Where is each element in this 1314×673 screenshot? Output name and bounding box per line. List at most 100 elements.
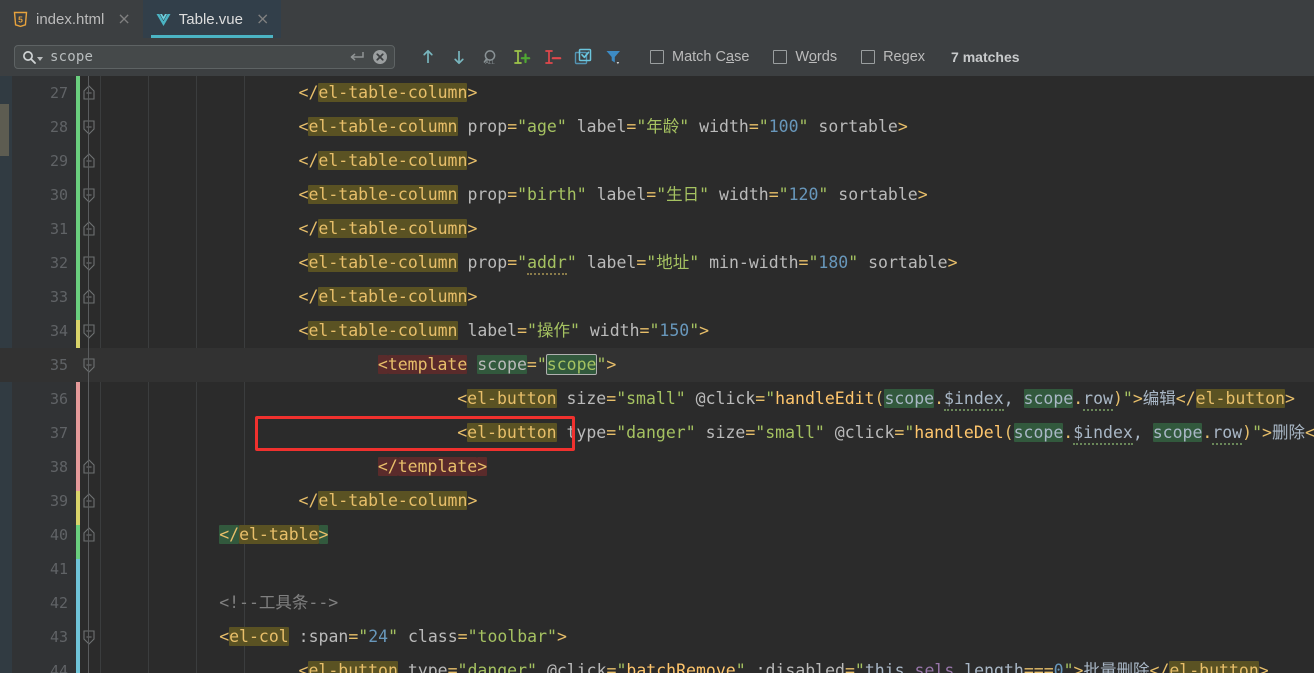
line-number: 37 [49,424,68,442]
checkbox-box[interactable] [773,50,788,64]
filter-icon[interactable] [603,46,625,68]
code-line-text[interactable]: <el-table-column prop="addr" label="地址" … [259,246,958,280]
fold-rail [88,586,89,620]
code-line-text[interactable]: </el-table-column> [259,144,477,178]
fold-end-icon[interactable] [82,144,96,178]
code-line-text[interactable]: </el-table-column> [259,280,477,314]
code-line[interactable]: 43 <el-col :span="24" class="toolbar"> [0,620,1314,654]
code-line-text[interactable]: <el-table-column prop="birth" label="生日"… [259,178,928,212]
find-toolbar: scope ALL Match Case Words Regex 7 match… [0,38,1314,76]
add-selection-next-icon[interactable] [510,46,532,68]
enter-return-icon[interactable] [348,50,365,64]
svg-text:ALL: ALL [485,60,495,66]
fold-rail [88,212,89,246]
line-number: 41 [49,560,68,578]
html5-icon: 5 [12,11,29,28]
close-icon[interactable]: × [254,11,271,27]
code-line[interactable]: 40 </el-table> [0,518,1314,552]
search-input[interactable]: scope [14,45,395,69]
code-line-text[interactable]: <template scope="scope"> [298,348,616,382]
code-line-text[interactable]: <el-button type="danger" @click="batchRe… [259,654,1269,673]
fold-expanded-icon[interactable] [82,110,96,144]
code-line-text[interactable]: <el-table-column label="操作" width="150"> [259,314,709,348]
fold-rail [88,280,89,314]
words-label: Words [795,49,838,65]
fold-end-icon[interactable] [82,280,96,314]
code-line-text[interactable]: </el-table> [219,518,329,552]
fold-expanded-icon[interactable] [82,620,96,654]
fold-rail [88,246,89,280]
code-line[interactable]: 30 <el-table-column prop="birth" label="… [0,178,1314,212]
code-line[interactable]: 36 <el-button size="small" @click="handl… [0,382,1314,416]
fold-rail [88,416,89,450]
line-number: 36 [49,390,68,408]
fold-end-icon[interactable] [82,450,96,484]
line-number: 38 [49,458,68,476]
match-count-label: 7 matches [951,49,1020,65]
tab-label: index.html [36,10,105,28]
code-line[interactable]: 44 <el-button type="danger" @click="batc… [0,654,1314,673]
line-number: 43 [49,628,68,646]
code-line[interactable]: 33 </el-table-column> [0,280,1314,314]
code-line-text[interactable]: </el-table-column> [259,212,477,246]
fold-rail [88,654,89,673]
code-line[interactable]: 35 <template scope="scope"> [0,348,1314,382]
fold-end-icon[interactable] [82,518,96,552]
editor-tab-bar: 5 index.html × Table.vue × [0,0,1314,38]
clear-circle-icon[interactable] [372,49,388,65]
fold-expanded-icon[interactable] [82,246,96,280]
remove-selection-icon[interactable] [541,46,563,68]
match-case-checkbox[interactable]: Match Case [650,49,749,65]
fold-expanded-icon[interactable] [82,314,96,348]
select-all-icon[interactable] [572,46,594,68]
regex-checkbox[interactable]: Regex [861,49,925,65]
code-line-text[interactable]: <el-table-column prop="age" label="年龄" w… [259,110,908,144]
code-line[interactable]: 32 <el-table-column prop="addr" label="地… [0,246,1314,280]
tab-index-html[interactable]: 5 index.html × [0,0,143,38]
code-line-text[interactable]: <el-button type="danger" size="small" @c… [338,416,1314,450]
fold-rail [88,178,89,212]
code-line[interactable]: 28 <el-table-column prop="age" label="年龄… [0,110,1314,144]
code-line-text[interactable]: </template> [298,450,488,484]
line-number: 44 [49,662,68,673]
fold-rail [88,552,89,586]
words-checkbox[interactable]: Words [773,49,837,65]
line-number: 29 [49,152,68,170]
fold-rail [88,450,89,484]
chevron-down-icon[interactable] [37,56,43,61]
code-line[interactable]: 34 <el-table-column label="操作" width="15… [0,314,1314,348]
code-line[interactable]: 27 </el-table-column> [0,76,1314,110]
code-line-text[interactable]: </el-table-column> [259,76,477,110]
checkbox-box[interactable] [861,50,876,64]
code-editor[interactable]: 27 </el-table-column> 28 <el-table-column… [0,76,1314,673]
vue-icon [155,11,172,28]
svg-text:5: 5 [18,14,23,24]
code-line[interactable]: 42 <!--工具条--> [0,586,1314,620]
code-line-text[interactable]: </el-table-column> [259,484,477,518]
code-line-text[interactable]: <el-col :span="24" class="toolbar"> [219,620,567,654]
code-line-text[interactable]: <!--工具条--> [219,586,338,620]
line-number: 28 [49,118,68,136]
close-icon[interactable]: × [115,11,132,27]
search-input-value[interactable]: scope [50,49,348,65]
code-line[interactable]: 31 </el-table-column> [0,212,1314,246]
fold-end-icon[interactable] [82,484,96,518]
select-all-occurrences-icon[interactable]: ALL [479,46,501,68]
find-previous-icon[interactable] [417,46,439,68]
fold-rail [88,76,89,110]
tab-label: Table.vue [178,10,243,28]
code-line[interactable]: 29 </el-table-column> [0,144,1314,178]
fold-expanded-icon[interactable] [82,178,96,212]
code-line[interactable]: 39 </el-table-column> [0,484,1314,518]
fold-expanded-icon[interactable] [82,348,96,382]
line-number: 31 [49,220,68,238]
fold-end-icon[interactable] [82,76,96,110]
fold-end-icon[interactable] [82,212,96,246]
code-line[interactable]: 37 <el-button type="danger" size="small"… [0,416,1314,450]
checkbox-box[interactable] [650,50,664,64]
code-line[interactable]: 41 [0,552,1314,586]
code-line[interactable]: 38 </template> [0,450,1314,484]
code-line-text[interactable]: <el-button size="small" @click="handleEd… [338,382,1295,416]
find-next-icon[interactable] [448,46,470,68]
tab-table-vue[interactable]: Table.vue × [142,0,282,38]
